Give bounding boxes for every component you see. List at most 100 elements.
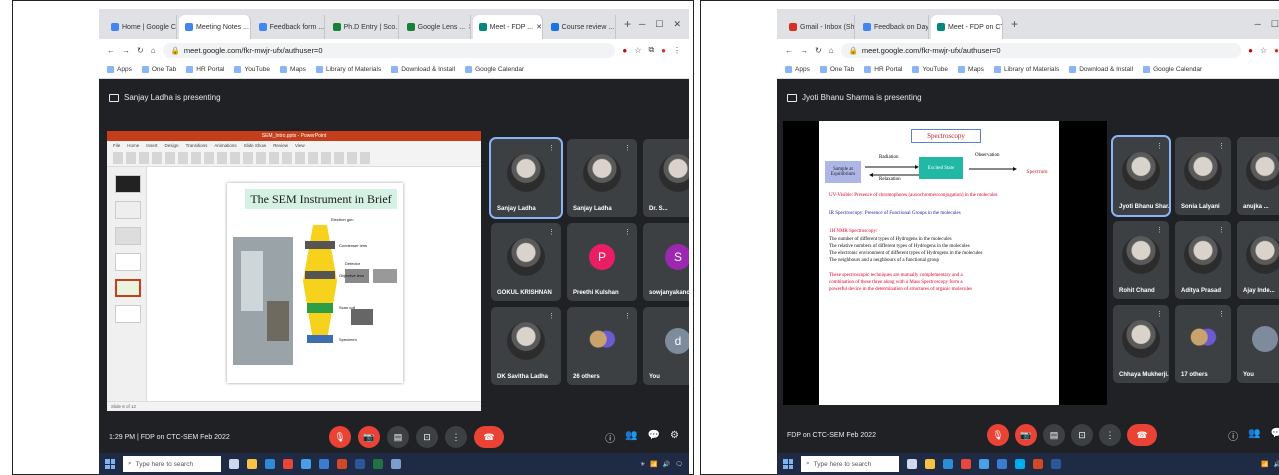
- home-icon[interactable]: ⌂: [151, 46, 156, 55]
- bookmark-item[interactable]: YouTube: [234, 66, 270, 73]
- ppt-ribbon-tab[interactable]: Design: [165, 143, 179, 148]
- slide-thumbnail[interactable]: [115, 201, 141, 219]
- maximize-icon[interactable]: ☐: [1271, 19, 1279, 30]
- profile-avatar[interactable]: ●: [1274, 46, 1279, 55]
- camera-icon[interactable]: ●: [1248, 46, 1253, 55]
- mic-off-button[interactable]: 🎙: [987, 424, 1009, 446]
- bookmark-item[interactable]: HR Portal: [186, 66, 224, 73]
- participant-tile[interactable]: d⋮You: [643, 307, 689, 385]
- forward-icon[interactable]: →: [800, 46, 808, 55]
- network-icon[interactable]: 📶: [650, 461, 657, 468]
- powerpoint-icon[interactable]: [337, 459, 347, 469]
- browser-tab[interactable]: Course review ...✕: [545, 15, 616, 39]
- volume-icon[interactable]: 🔊: [1274, 461, 1279, 468]
- bookmark-star-icon[interactable]: ☆: [1260, 46, 1267, 55]
- slide-thumbnail[interactable]: [115, 175, 141, 193]
- bookmark-item[interactable]: YouTube: [912, 66, 948, 73]
- slide-thumbnail[interactable]: [115, 253, 141, 271]
- mail-icon[interactable]: [997, 459, 1007, 469]
- browser-tab[interactable]: Google Lens ...✕: [401, 15, 471, 39]
- browser-tab[interactable]: Meet - FDP ... ✕: [472, 15, 543, 39]
- tab-close-icon[interactable]: ✕: [536, 23, 542, 31]
- participant-tile[interactable]: ⋮ DK Savitha Ladha: [491, 307, 561, 385]
- info-icon[interactable]: ⓘ: [605, 430, 615, 445]
- mail-icon[interactable]: [319, 459, 329, 469]
- ppt-ribbon-tab[interactable]: Transitions: [186, 143, 208, 148]
- bookmark-item[interactable]: Maps: [280, 66, 306, 73]
- volume-icon[interactable]: 🔊: [663, 461, 670, 468]
- reload-icon[interactable]: ↻: [137, 46, 144, 55]
- task-view-icon[interactable]: [229, 459, 239, 469]
- ppt-ribbon-tab[interactable]: View: [295, 143, 305, 148]
- camera-off-button[interactable]: 📷: [358, 426, 380, 448]
- edge-icon[interactable]: [265, 459, 275, 469]
- participant-tile[interactable]: ⋮ Jyoti Bhanu Shar...: [1111, 135, 1171, 217]
- more-options-button[interactable]: ⋮: [445, 426, 467, 448]
- participant-tile[interactable]: ⋮ GOKUL KRISHNAN: [491, 223, 561, 301]
- participant-tile[interactable]: ⋮ Aditya Prasad: [1175, 221, 1231, 299]
- ppt-ribbon-tab[interactable]: Slide Show: [244, 143, 267, 148]
- bookmark-item[interactable]: Library of Materials: [315, 66, 381, 73]
- back-icon[interactable]: ←: [107, 46, 115, 55]
- bookmark-item[interactable]: Apps: [107, 66, 132, 73]
- chrome-icon[interactable]: [283, 459, 293, 469]
- participant-tile[interactable]: ⋮ 26 others: [567, 307, 637, 385]
- leave-call-button[interactable]: ☎: [474, 426, 504, 448]
- ppt-ribbon-tab[interactable]: Home: [127, 143, 139, 148]
- people-icon[interactable]: 👥: [625, 430, 637, 445]
- participant-tile[interactable]: S⋮sowjanyakanchi: [643, 223, 689, 301]
- ppt-ribbon-tab[interactable]: Insert: [146, 143, 157, 148]
- reload-icon[interactable]: ↻: [815, 46, 822, 55]
- slide-thumbnail[interactable]: [115, 227, 141, 245]
- participant-tile[interactable]: P ⋮ Preethi Kulshan: [567, 223, 637, 301]
- ppt-ribbon-tab[interactable]: File: [113, 143, 120, 148]
- store-icon[interactable]: [301, 459, 311, 469]
- word-icon[interactable]: [355, 459, 365, 469]
- info-icon[interactable]: ⓘ: [1228, 428, 1238, 443]
- ppt-ribbon-tab[interactable]: Review: [273, 143, 288, 148]
- browser-tab[interactable]: Feedback on Day1 - FDP...✕: [857, 15, 929, 39]
- new-tab-button[interactable]: +: [1005, 17, 1024, 31]
- powerpoint-icon[interactable]: [1033, 459, 1043, 469]
- minimize-icon[interactable]: ─: [1255, 19, 1261, 30]
- windows-start-icon[interactable]: [105, 459, 115, 469]
- participant-tile[interactable]: ⋮You: [1237, 305, 1279, 383]
- chat-icon[interactable]: 💬: [648, 430, 660, 445]
- camera-icon[interactable]: ●: [622, 46, 627, 55]
- store-icon[interactable]: [979, 459, 989, 469]
- network-icon[interactable]: 📶: [1261, 461, 1268, 468]
- profile-avatar[interactable]: ●: [661, 46, 666, 55]
- chrome-icon[interactable]: [961, 459, 971, 469]
- bookmark-item[interactable]: One Tab: [141, 66, 176, 73]
- chat-icon[interactable]: 💬: [1271, 428, 1279, 443]
- bookmark-item[interactable]: Download & Install: [1069, 66, 1133, 73]
- close-icon[interactable]: ✕: [673, 19, 681, 30]
- more-options-button[interactable]: ⋮: [1099, 424, 1121, 446]
- participant-tile[interactable]: ⋮Dr. S...: [643, 139, 689, 217]
- slide-thumbnail-selected[interactable]: [115, 279, 141, 297]
- bookmark-item[interactable]: Google Calendar: [465, 66, 524, 73]
- participant-tile[interactable]: ⋮ Sanjay Ladha: [567, 139, 637, 217]
- tab-close-icon[interactable]: ✕: [468, 23, 470, 31]
- browser-tab[interactable]: Meet - FDP on CTC-Fe...✕: [931, 15, 1003, 39]
- participant-tile[interactable]: ⋮ Chhaya Mukherji...: [1113, 305, 1169, 383]
- bookmark-item[interactable]: One Tab: [819, 66, 854, 73]
- browser-tab[interactable]: Meeting Notes ...✕: [179, 15, 251, 39]
- bookmark-item[interactable]: Download & Install: [391, 66, 455, 73]
- bookmark-item[interactable]: Google Calendar: [1143, 66, 1202, 73]
- present-button[interactable]: ⊡: [1071, 424, 1093, 446]
- notification-icon[interactable]: 🗨: [675, 461, 683, 468]
- browser-tab[interactable]: Feedback form ...✕: [253, 15, 325, 39]
- file-explorer-icon[interactable]: [247, 459, 257, 469]
- slide-thumbnail[interactable]: [115, 305, 141, 323]
- taskbar-search[interactable]: ⌕ Type here to search: [123, 456, 221, 472]
- home-icon[interactable]: ⌂: [829, 46, 834, 55]
- captions-button[interactable]: ▤: [1043, 424, 1065, 446]
- bookmark-item[interactable]: Maps: [958, 66, 984, 73]
- maximize-icon[interactable]: ☐: [655, 19, 663, 30]
- photos-icon[interactable]: [391, 459, 401, 469]
- url-field[interactable]: 🔒 meet.google.com/fkr-mwjr-ufx/authuser=…: [162, 42, 616, 58]
- excel-icon[interactable]: [373, 459, 383, 469]
- new-tab-button[interactable]: +: [618, 17, 637, 31]
- bookmark-item[interactable]: Apps: [785, 66, 810, 73]
